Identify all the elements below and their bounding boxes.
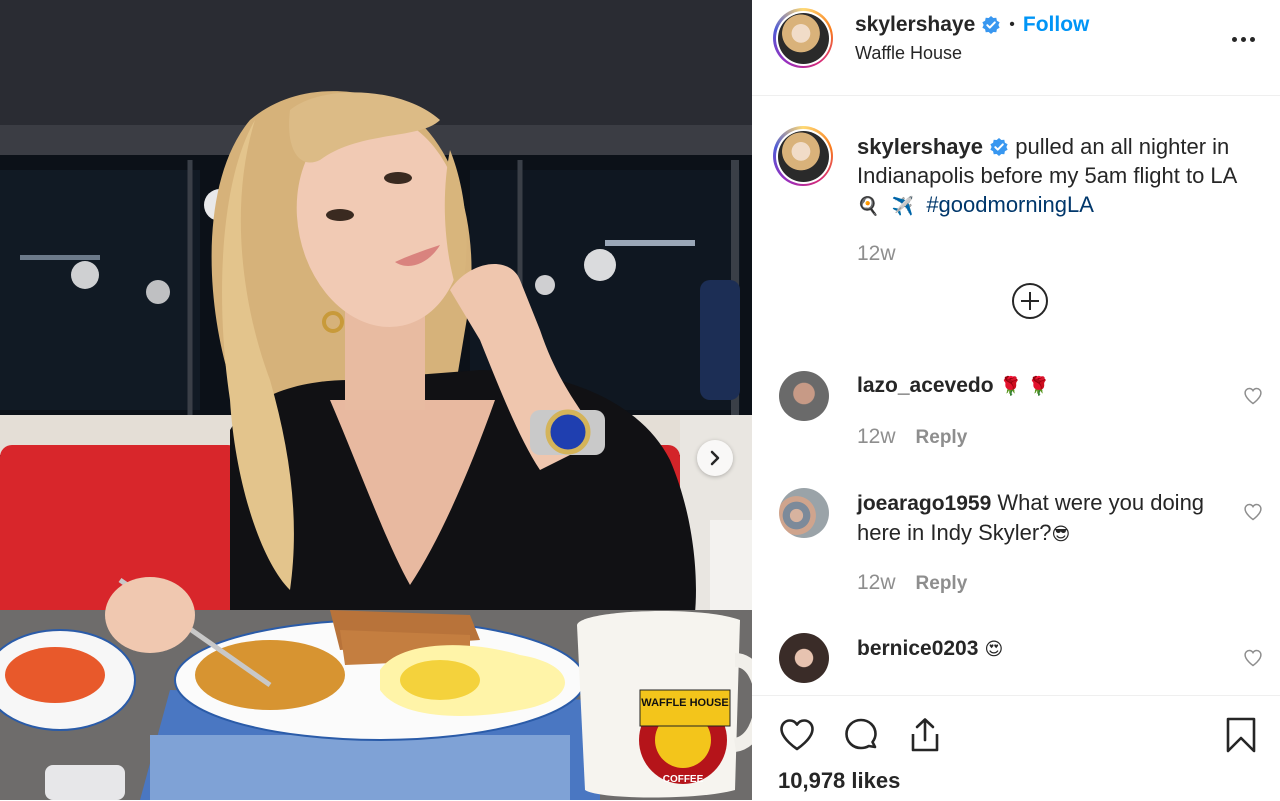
comment-text: lazo_acevedo 🌹 🌹 [857, 370, 1227, 401]
heart-icon[interactable] [778, 716, 816, 754]
comment-avatar[interactable] [779, 371, 829, 421]
comment-avatar[interactable] [779, 488, 829, 538]
next-image-icon [710, 450, 720, 466]
mug-brand-bottom: COFFEE [663, 774, 704, 785]
comment-meta: 12w Reply [857, 425, 967, 449]
comment-emoji: 😍 [984, 639, 1004, 660]
next-image-button[interactable] [697, 440, 733, 476]
comment-icon[interactable] [842, 716, 880, 754]
reply-button[interactable]: Reply [916, 573, 968, 595]
comment-avatar[interactable] [779, 633, 829, 683]
comment-meta: 12w Reply [857, 571, 967, 595]
caption-author-username[interactable]: skylershaye [857, 134, 983, 159]
comment-username[interactable]: joearago1959 [857, 492, 991, 515]
likes-count[interactable]: 10,978 likes [778, 768, 900, 794]
comment-text: joearago1959 What were you doing here in… [857, 488, 1227, 549]
comment-emoji: 😎 [1051, 524, 1071, 545]
caption-emoji-plane: ✈️ [891, 196, 915, 217]
comment-username[interactable]: bernice0203 [857, 637, 978, 660]
bookmark-icon[interactable] [1222, 716, 1260, 754]
comment-timestamp[interactable]: 12w [857, 571, 896, 595]
comment-text: bernice0203 😍 [857, 633, 1227, 664]
author-avatar[interactable] [773, 8, 833, 68]
caption-text: skylershaye pulled an all nighter in Ind… [857, 132, 1257, 221]
caption-author-avatar[interactable] [773, 126, 833, 186]
post-image[interactable]: WAFFLE HOUSE COFFEE [0, 0, 752, 800]
load-more-comments-icon[interactable] [1011, 282, 1049, 320]
comment-like-heart-icon[interactable] [1243, 648, 1263, 668]
verified-badge-icon [990, 138, 1008, 156]
location-link[interactable]: Waffle House [855, 43, 962, 64]
follow-button[interactable]: Follow [1023, 13, 1090, 37]
comment-emoji: 🌹 🌹 [999, 376, 1051, 397]
verified-badge-icon [982, 16, 1000, 34]
post-side-panel: skylershaye • Follow Waffle House skyler… [752, 0, 1280, 800]
share-icon[interactable] [906, 716, 944, 754]
mug-brand-top: WAFFLE HOUSE [641, 697, 728, 709]
author-username[interactable]: skylershaye [855, 13, 975, 37]
more-options-icon[interactable] [1228, 33, 1258, 45]
post-photo-illustration: WAFFLE HOUSE COFFEE [0, 0, 752, 800]
dot-separator: • [1009, 16, 1015, 33]
hashtag-link[interactable]: #goodmorningLA [926, 192, 1094, 217]
reply-button[interactable]: Reply [916, 427, 968, 449]
comment-like-heart-icon[interactable] [1243, 502, 1263, 522]
post-actions-bar: 10,978 likes [752, 695, 1280, 801]
comment-username[interactable]: lazo_acevedo [857, 374, 994, 397]
caption-emoji-egg: 🍳 [857, 196, 880, 217]
comment-like-heart-icon[interactable] [1243, 386, 1263, 406]
comment-timestamp[interactable]: 12w [857, 425, 896, 449]
post-header: skylershaye • Follow Waffle House [752, 0, 1280, 96]
caption-timestamp[interactable]: 12w [857, 242, 896, 266]
author-line: skylershaye • Follow [855, 13, 1089, 37]
